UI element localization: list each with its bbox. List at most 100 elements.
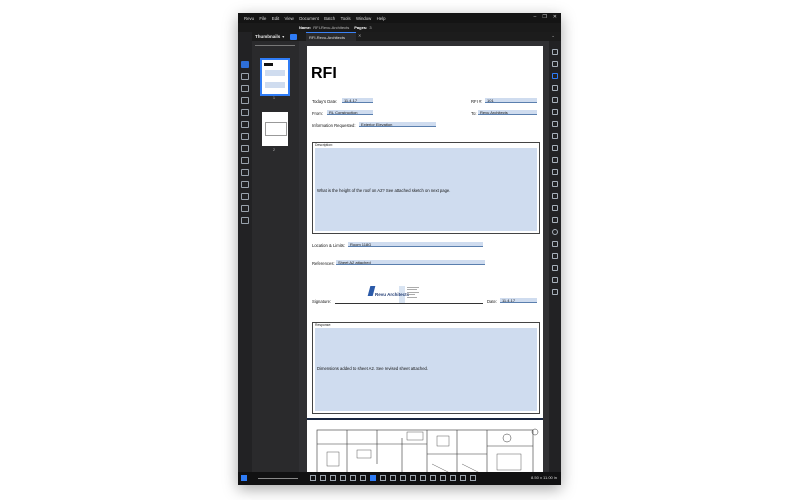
dimension-tool-icon[interactable] xyxy=(552,205,558,211)
image-tool-icon[interactable] xyxy=(552,133,558,139)
signatures-panel-icon[interactable] xyxy=(241,181,249,188)
polygon-tool-icon[interactable] xyxy=(552,241,558,247)
measurements-panel-icon[interactable] xyxy=(241,145,249,152)
content-icon[interactable] xyxy=(330,475,336,481)
status-bar: 8.50 x 11.00 in xyxy=(238,472,561,485)
menu-tools[interactable]: Tools xyxy=(341,16,356,21)
cloud-tool-icon[interactable] xyxy=(552,253,558,259)
menu-document[interactable]: Document xyxy=(299,16,324,21)
document-info-bar: Name: RFI-Revu-Architects Pages: 3 xyxy=(238,23,561,32)
location-limits-field[interactable]: Room 118G xyxy=(348,242,483,247)
ellipse-tool-icon[interactable] xyxy=(552,229,558,235)
markups-panel-icon[interactable] xyxy=(241,121,249,128)
note-tool-icon[interactable] xyxy=(552,109,558,115)
tool-chest-icon[interactable] xyxy=(552,49,558,55)
rfi-number-label: RFI #: xyxy=(471,99,483,104)
zoom-out-icon[interactable] xyxy=(400,475,406,481)
line-tool-icon[interactable] xyxy=(552,157,558,163)
fit-width-icon[interactable] xyxy=(420,475,426,481)
properties-panel-icon[interactable] xyxy=(241,97,249,104)
links-panel-icon[interactable] xyxy=(241,193,249,200)
zoom-slider[interactable] xyxy=(258,478,298,479)
grid-icon[interactable] xyxy=(310,475,316,481)
select-tool-icon[interactable] xyxy=(552,61,558,67)
save-panel-icon[interactable] xyxy=(241,205,249,212)
measure-tool-icon[interactable] xyxy=(552,277,558,283)
menu-window[interactable]: Window xyxy=(356,16,377,21)
split-view-icon[interactable] xyxy=(470,475,476,481)
markup-icon[interactable] xyxy=(340,475,346,481)
tab-menu-icon[interactable]: ⌄ xyxy=(551,33,555,39)
menu-batch[interactable]: Batch xyxy=(324,16,340,21)
description-text: What is the height of the roof on A2? Se… xyxy=(317,188,451,193)
menu-help[interactable]: Help xyxy=(377,16,391,21)
from-field[interactable]: RL Construction xyxy=(327,110,373,115)
todays-date-field[interactable]: 11.4.17 xyxy=(342,98,373,103)
thumbnail-page-2[interactable] xyxy=(262,112,288,146)
thumbnails-panel-icon[interactable] xyxy=(241,61,249,68)
forms-panel-icon[interactable] xyxy=(241,169,249,176)
list-view-icon[interactable] xyxy=(241,475,247,481)
next-page-icon[interactable] xyxy=(450,475,456,481)
name-value: RFI-Revu-Architects xyxy=(313,25,350,30)
snap-icon[interactable] xyxy=(320,475,326,481)
thumbnail-page-number: 2 xyxy=(273,148,275,152)
callout-tool-icon[interactable] xyxy=(552,97,558,103)
to-field[interactable]: Revu Architects xyxy=(478,110,537,115)
date-field[interactable]: 11.4.17 xyxy=(500,298,537,303)
stamp-tool-icon[interactable] xyxy=(552,121,558,127)
studio-panel-icon[interactable] xyxy=(241,133,249,140)
menu-edit[interactable]: Edit xyxy=(272,16,285,21)
signature-field[interactable] xyxy=(335,303,483,304)
thumbnail-size-slider[interactable] xyxy=(255,45,295,46)
sync-icon[interactable] xyxy=(360,475,366,481)
text-box-tool-icon[interactable] xyxy=(552,85,558,91)
page-size-readout: 8.50 x 11.00 in xyxy=(531,475,557,480)
menu-revu[interactable]: Revu xyxy=(238,16,259,21)
highlight-tool-icon[interactable] xyxy=(552,265,558,271)
menu-view[interactable]: View xyxy=(285,16,300,21)
fit-page-icon[interactable] xyxy=(410,475,416,481)
pages-label: Pages: xyxy=(354,25,368,30)
eraser-tool-icon[interactable] xyxy=(552,289,558,295)
description-label: Description: xyxy=(315,143,333,147)
polyline-tool-icon[interactable] xyxy=(552,193,558,199)
search-icon[interactable] xyxy=(241,217,249,224)
tab-rfi-revu-architects[interactable]: RFI-Revu-Architects xyxy=(306,32,356,41)
description-field[interactable]: What is the height of the roof on A2? Se… xyxy=(315,148,537,231)
bookmarks-panel-icon[interactable] xyxy=(241,73,249,80)
zoom-in-icon[interactable] xyxy=(390,475,396,481)
rfi-number-field[interactable]: 101 xyxy=(485,98,537,103)
restore-icon[interactable]: ❐ xyxy=(542,14,546,20)
close-tab-icon[interactable]: ✕ xyxy=(358,33,361,38)
pan-tool-icon[interactable] xyxy=(370,475,376,481)
information-requested-label: Information Requested: xyxy=(312,123,356,128)
thumbnail-options-icon[interactable] xyxy=(290,33,297,40)
minimize-icon[interactable]: – xyxy=(534,14,537,20)
close-icon[interactable]: ✕ xyxy=(553,14,557,20)
spaces-panel-icon[interactable] xyxy=(241,157,249,164)
rfi-page: RFI Today's Date: 11.4.17 RFI #: 101 Fro… xyxy=(307,46,543,481)
layers-panel-icon[interactable] xyxy=(241,109,249,116)
pen-tool-icon[interactable] xyxy=(552,73,558,79)
panel-icon-rail xyxy=(238,32,252,472)
rectangle-tool-icon[interactable] xyxy=(552,217,558,223)
select-icon[interactable] xyxy=(380,475,386,481)
crop-tool-icon[interactable] xyxy=(552,145,558,151)
response-field[interactable]: Dimensions added to sheet A2. See revise… xyxy=(315,328,537,411)
menu-file[interactable]: File xyxy=(259,16,271,21)
from-label: From: xyxy=(312,111,323,116)
arrow-tool-icon[interactable] xyxy=(552,169,558,175)
last-page-icon[interactable] xyxy=(460,475,466,481)
first-page-icon[interactable] xyxy=(430,475,436,481)
previous-page-icon[interactable] xyxy=(440,475,446,481)
information-requested-field[interactable]: Exterior Elevation xyxy=(359,122,436,127)
tab-label: RFI-Revu-Architects xyxy=(309,34,346,40)
file-access-panel-icon[interactable] xyxy=(241,85,249,92)
arc-tool-icon[interactable] xyxy=(552,181,558,187)
document-canvas[interactable]: RFI Today's Date: 11.4.17 RFI #: 101 Fro… xyxy=(299,41,549,481)
reuse-icon[interactable] xyxy=(350,475,356,481)
references-field[interactable]: Sheet A2 attached xyxy=(336,260,485,265)
thumbnail-page-1[interactable] xyxy=(260,58,290,96)
chevron-down-icon[interactable]: ▾ xyxy=(282,34,284,39)
